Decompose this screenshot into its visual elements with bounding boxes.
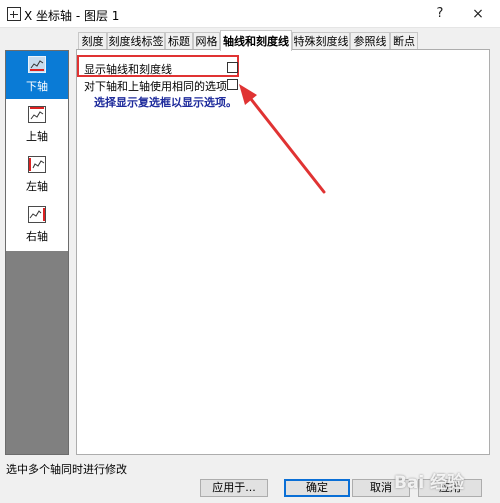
axis-bottom-icon [28, 56, 46, 73]
close-button[interactable]: × [466, 4, 490, 24]
sidebar-item-label: 左轴 [26, 180, 48, 193]
sidebar-item-label: 下轴 [26, 80, 48, 93]
tab-breaks[interactable]: 断点 [390, 32, 418, 50]
sidebar-item-right-axis[interactable]: 右轴 [6, 201, 68, 249]
window-title: X 坐标轴 - 图层 1 [24, 9, 120, 23]
sidebar-item-bottom-axis[interactable]: 下轴 [6, 51, 68, 99]
axis-left-icon [28, 156, 46, 173]
tab-axis-line-ticks[interactable]: 轴线和刻度线 [220, 30, 292, 51]
sidebar-item-left-axis[interactable]: 左轴 [6, 151, 68, 199]
tab-scale[interactable]: 刻度 [78, 32, 107, 50]
axis-top-icon [28, 106, 46, 123]
sidebar-item-top-axis[interactable]: 上轴 [6, 101, 68, 149]
axis-right-icon [28, 206, 46, 223]
tab-reference-lines[interactable]: 参照线 [350, 32, 390, 50]
ok-button[interactable]: 确定 [284, 479, 350, 497]
title-bar: X 坐标轴 - 图层 1 ? × [0, 0, 500, 28]
tab-special-ticks[interactable]: 特殊刻度线 [292, 32, 350, 50]
status-text: 选中多个轴同时进行修改 [6, 463, 127, 476]
help-button[interactable]: ? [428, 4, 452, 24]
annotation-arrow [239, 84, 326, 194]
axis-list: 下轴 上轴 左轴 右轴 [6, 51, 68, 251]
sidebar-item-label: 右轴 [26, 230, 48, 243]
axis-app-icon [7, 7, 21, 21]
axis-sidebar: 下轴 上轴 左轴 右轴 [5, 50, 69, 455]
baidu-watermark: Bai 经验 [394, 473, 465, 493]
tab-grid[interactable]: 网格 [193, 32, 220, 50]
tab-title[interactable]: 标题 [165, 32, 193, 50]
tab-bar: 刻度 刻度线标签 标题 网格 轴线和刻度线 特殊刻度线 参照线 断点 [78, 30, 498, 51]
sidebar-item-label: 上轴 [26, 130, 48, 143]
tab-panel: 显示轴线和刻度线 对下轴和上轴使用相同的选项 选择显示复选框以显示选项。 [76, 49, 490, 455]
apply-to-button[interactable]: 应用于... [200, 479, 268, 497]
tab-tick-labels[interactable]: 刻度线标签 [107, 32, 165, 50]
